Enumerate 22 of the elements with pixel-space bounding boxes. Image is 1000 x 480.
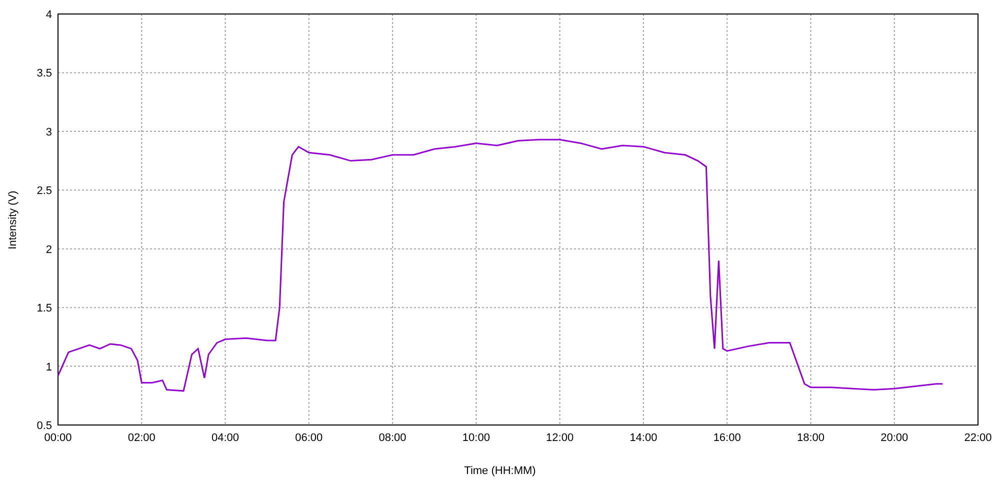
tick-label: 00:00 bbox=[44, 432, 72, 444]
tick-label: 3 bbox=[46, 126, 52, 138]
tick-label: 3.5 bbox=[36, 68, 52, 80]
tick-label: 2 bbox=[46, 244, 52, 256]
tick-label: 02:00 bbox=[128, 432, 156, 444]
y-axis-title: Intensity (V) bbox=[7, 190, 19, 250]
x-axis-title: Time (HH:MM) bbox=[464, 465, 536, 477]
tick-label: 12:00 bbox=[546, 432, 574, 444]
tick-label: 18:00 bbox=[796, 432, 824, 444]
tick-label: 14:00 bbox=[630, 432, 658, 444]
tick-label: 0.5 bbox=[36, 420, 52, 432]
tick-label: 1 bbox=[46, 361, 52, 374]
tick-label: 4 bbox=[46, 9, 52, 21]
tick-label: 2.5 bbox=[36, 185, 52, 198]
tick-label: 22:00 bbox=[964, 432, 992, 444]
tick-label: 1.5 bbox=[36, 302, 52, 315]
tick-label: 04:00 bbox=[212, 432, 240, 444]
tick-label: 20:00 bbox=[880, 432, 908, 444]
tick-label: 08:00 bbox=[378, 432, 406, 444]
tick-label: 10:00 bbox=[462, 432, 490, 444]
tick-label: 06:00 bbox=[295, 432, 323, 444]
tick-label: 16:00 bbox=[713, 432, 741, 444]
